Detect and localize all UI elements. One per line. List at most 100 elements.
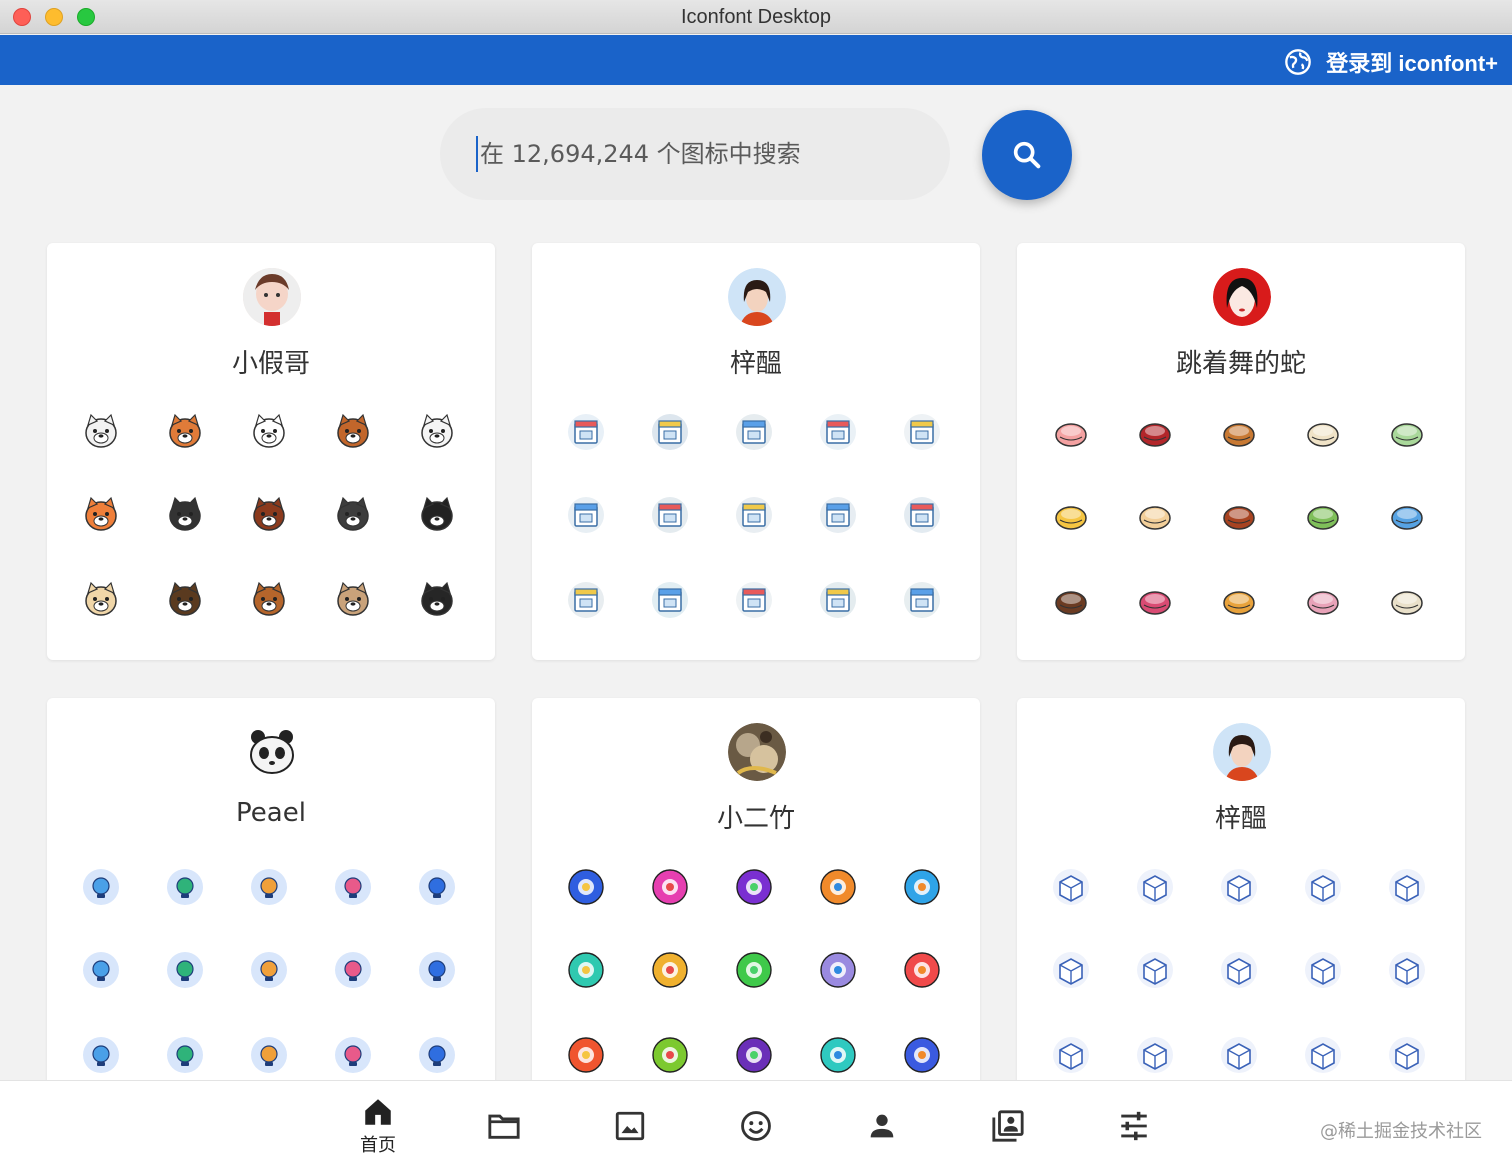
search-input[interactable] (476, 136, 916, 172)
video-board-icon[interactable] (567, 496, 605, 534)
courier-icon[interactable] (1388, 1036, 1426, 1074)
care-box-icon[interactable] (1388, 951, 1426, 989)
printer-icon[interactable] (903, 496, 941, 534)
husky-icon[interactable] (166, 496, 204, 534)
package-icon[interactable] (1136, 868, 1174, 906)
balloon-icon[interactable] (82, 868, 120, 906)
tower-icon[interactable] (418, 951, 456, 989)
cart-icon[interactable] (735, 581, 773, 619)
barcode-icon[interactable] (819, 951, 857, 989)
orange-icon[interactable] (903, 868, 941, 906)
tree-icon[interactable] (334, 1036, 372, 1074)
search-fruit-icon[interactable] (735, 951, 773, 989)
cat-icon[interactable] (418, 413, 456, 451)
clipboard-icon[interactable] (819, 496, 857, 534)
hand-box-icon[interactable] (1388, 868, 1426, 906)
jar-icon[interactable] (651, 868, 689, 906)
edit-order-icon[interactable] (819, 581, 857, 619)
open-box-icon[interactable] (1220, 1036, 1258, 1074)
pizza-icon[interactable] (1136, 496, 1174, 534)
kid-icon[interactable] (250, 951, 288, 989)
strawberry-icon[interactable] (735, 868, 773, 906)
luggage-icon[interactable] (250, 1036, 288, 1074)
mastiff-icon[interactable] (250, 496, 288, 534)
panda-dog-icon[interactable] (334, 496, 372, 534)
yorkie-icon[interactable] (250, 581, 288, 619)
van-icon[interactable] (1052, 951, 1090, 989)
plant-icon[interactable] (418, 1036, 456, 1074)
corgi-icon[interactable] (82, 581, 120, 619)
star-badge-icon[interactable] (418, 868, 456, 906)
icon-set-card[interactable]: Peael (47, 698, 495, 1098)
drink-icon[interactable] (903, 1036, 941, 1074)
donut-icon[interactable] (1052, 581, 1090, 619)
ice-cream-icon[interactable] (1304, 581, 1342, 619)
cake-icon[interactable] (1052, 413, 1090, 451)
bath-icon[interactable] (82, 951, 120, 989)
worker-icon[interactable] (735, 496, 773, 534)
poodle-icon[interactable] (82, 413, 120, 451)
plane-icon[interactable] (1304, 1036, 1342, 1074)
parcel-list-icon[interactable] (1304, 951, 1342, 989)
vending-machine-icon[interactable] (735, 413, 773, 451)
noodles-icon[interactable] (1304, 413, 1342, 451)
onsen-icon[interactable] (82, 1036, 120, 1074)
fox-icon[interactable] (82, 496, 120, 534)
nav-collections[interactable] (980, 1109, 1036, 1143)
market-icon[interactable] (819, 413, 857, 451)
pudding-icon[interactable] (1052, 496, 1090, 534)
nav-emoji[interactable] (728, 1109, 784, 1143)
search-button[interactable] (982, 110, 1072, 200)
salad-icon[interactable] (1304, 496, 1342, 534)
image-frame-icon[interactable] (903, 581, 941, 619)
scale-icon[interactable] (1136, 1036, 1174, 1074)
bulb-icon[interactable] (651, 1036, 689, 1074)
chipmunk-icon[interactable] (334, 413, 372, 451)
icon-set-card[interactable]: 跳着舞的蛇 (1017, 243, 1465, 660)
samoyed-icon[interactable] (250, 413, 288, 451)
rice-ball-icon[interactable] (1388, 581, 1426, 619)
truck-icon[interactable] (1304, 868, 1342, 906)
burger-icon[interactable] (1220, 413, 1258, 451)
croissant-icon[interactable] (1220, 581, 1258, 619)
hummingbird-icon[interactable] (166, 951, 204, 989)
lollipop-icon[interactable] (1136, 581, 1174, 619)
german-shepherd-icon[interactable] (166, 581, 204, 619)
coffee-icon[interactable] (819, 868, 857, 906)
security-box-icon[interactable] (567, 581, 605, 619)
molecule-icon[interactable] (334, 868, 372, 906)
icon-set-card[interactable]: 梓醞 (532, 243, 980, 660)
return-box-icon[interactable] (1052, 868, 1090, 906)
sun-icon[interactable] (567, 868, 605, 906)
store-icon[interactable] (567, 413, 605, 451)
leaf-snack-icon[interactable] (1388, 413, 1426, 451)
invoice-icon[interactable] (651, 496, 689, 534)
home-delivery-icon[interactable] (1136, 951, 1174, 989)
milk-box-icon[interactable] (1388, 496, 1426, 534)
fan-icon[interactable] (250, 868, 288, 906)
bottle-icon[interactable] (166, 868, 204, 906)
sausage-icon[interactable] (1220, 496, 1258, 534)
phone-icon[interactable] (567, 1036, 605, 1074)
login-button[interactable]: 登录到 iconfont+ (1284, 46, 1498, 78)
icon-set-card[interactable]: 小假哥 (47, 243, 495, 660)
nav-tune[interactable] (1106, 1109, 1162, 1143)
papillon-icon[interactable] (418, 496, 456, 534)
icon-set-card[interactable]: 小二竹 (532, 698, 980, 1098)
delivery-truck-icon[interactable] (651, 413, 689, 451)
spaniel-icon[interactable] (418, 581, 456, 619)
nav-image[interactable] (602, 1109, 658, 1143)
sunrise-icon[interactable] (166, 1036, 204, 1074)
cup-icon[interactable] (735, 1036, 773, 1074)
wallet-icon[interactable] (651, 581, 689, 619)
ship-icon[interactable] (1220, 951, 1258, 989)
gamepad-icon[interactable] (567, 951, 605, 989)
nav-person[interactable] (854, 1109, 910, 1143)
icon-set-card[interactable]: 梓醞 (1017, 698, 1465, 1098)
wallet-color-icon[interactable] (819, 1036, 857, 1074)
nav-home[interactable]: 首页 (350, 1095, 406, 1157)
inspect-icon[interactable] (1220, 868, 1258, 906)
warehouse-icon[interactable] (903, 413, 941, 451)
sushi-icon[interactable] (334, 951, 372, 989)
steak-icon[interactable] (1136, 413, 1174, 451)
